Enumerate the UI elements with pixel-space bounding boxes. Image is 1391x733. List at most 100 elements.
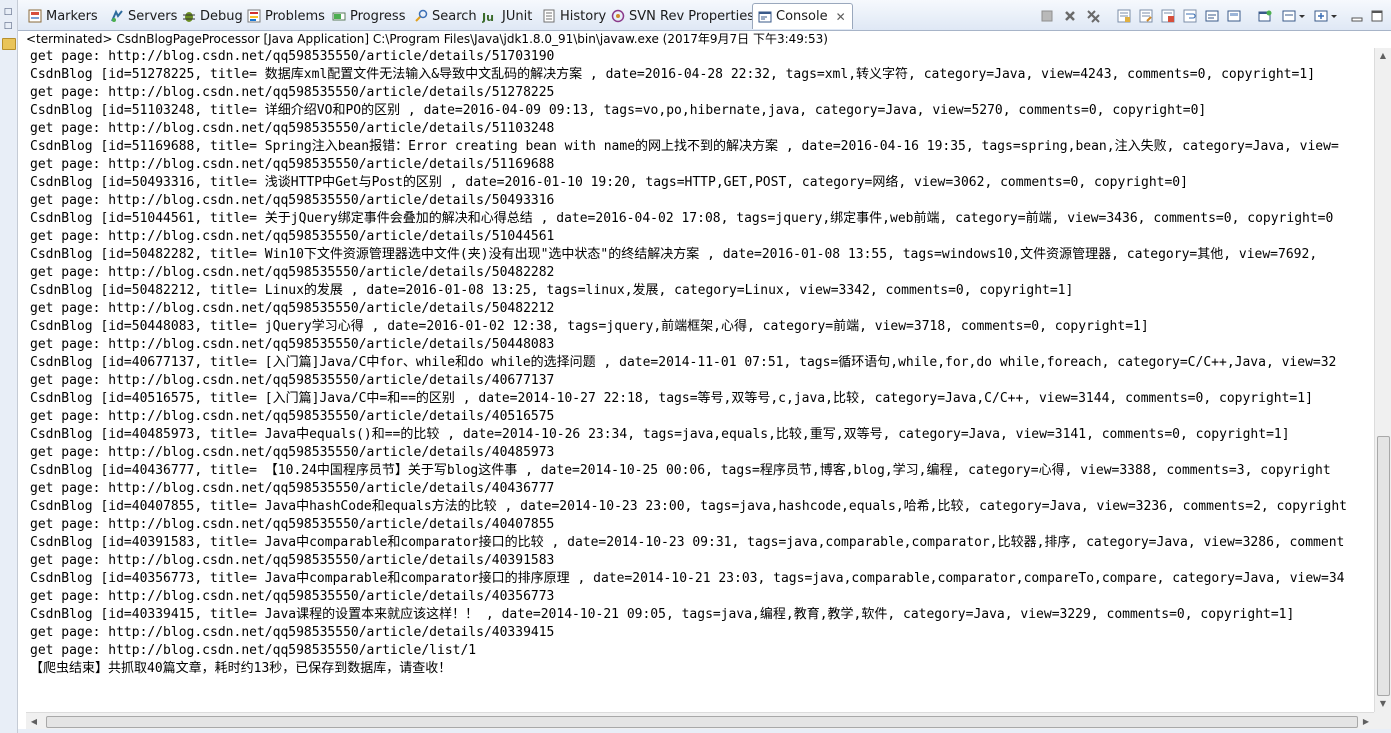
scroll-lock-icon[interactable]	[1117, 8, 1131, 23]
console-line: get page: http://blog.csdn.net/qq5985355…	[30, 643, 477, 658]
console-line: get page: http://blog.csdn.net/qq5985355…	[30, 85, 555, 100]
maximize-icon[interactable]	[1370, 8, 1384, 22]
console-line: CsdnBlog [id=40677137, title= [入门篇]Java/…	[30, 355, 1337, 370]
console-line: CsdnBlog [id=51169688, title= Spring注入be…	[30, 139, 1339, 154]
package-explorer-icon[interactable]	[2, 38, 16, 50]
console-line: get page: http://blog.csdn.net/qq5985355…	[30, 301, 555, 316]
console-line: CsdnBlog [id=50482282, title= Win10下文件资源…	[30, 247, 1318, 262]
console-line: get page: http://blog.csdn.net/qq5985355…	[30, 589, 555, 604]
tab-progress[interactable]: Progress	[332, 5, 405, 27]
tab-svn-rev-properties[interactable]: SVN Rev Properties	[611, 5, 754, 27]
console-icon	[758, 10, 772, 24]
tab-label: Progress	[350, 8, 406, 24]
console-line: CsdnBlog [id=40407855, title= Java中hashC…	[30, 499, 1347, 514]
eclipse-console-view: □ □ Markers Servers Debug Problems Progr…	[0, 0, 1391, 733]
horizontal-scrollbar[interactable]: ◀ ▶	[26, 712, 1374, 730]
junit-icon: Ju	[481, 9, 498, 24]
progress-icon	[332, 9, 346, 23]
restore-icon[interactable]: □	[2, 6, 14, 18]
console-line: get page: http://blog.csdn.net/qq5985355…	[30, 553, 555, 568]
bottom-edge	[18, 729, 1391, 733]
tab-label: History	[560, 8, 607, 24]
console-line: get page: http://blog.csdn.net/qq5985355…	[30, 265, 555, 280]
display-selected-console-icon[interactable]	[1227, 8, 1241, 22]
svn-icon	[611, 9, 625, 23]
console-line: get page: http://blog.csdn.net/qq5985355…	[30, 481, 555, 496]
console-line: get page: http://blog.csdn.net/qq5985355…	[30, 337, 555, 352]
console-line: CsdnBlog [id=40356773, title= Java中compa…	[30, 571, 1345, 586]
tab-servers[interactable]: Servers	[110, 5, 177, 27]
chevron-down-icon[interactable]	[1330, 8, 1338, 22]
tab-console[interactable]: Console ✕	[752, 3, 853, 29]
left-minimized-strip: □ □	[0, 0, 18, 733]
tab-label: Problems	[265, 8, 325, 24]
console-line: CsdnBlog [id=50448083, title= jQuery学习心得…	[30, 319, 1149, 334]
console-line: CsdnBlog [id=40391583, title= Java中compa…	[30, 535, 1345, 550]
tab-label: Debug	[200, 8, 243, 24]
markers-icon	[28, 9, 42, 23]
console-output[interactable]: get page: http://blog.csdn.net/qq5985355…	[26, 48, 1374, 712]
tab-search[interactable]: Search	[414, 5, 477, 27]
tab-label: SVN Rev Properties	[629, 8, 754, 24]
svg-text:Ju: Ju	[482, 11, 494, 23]
console-line: CsdnBlog [id=40485973, title= Java中equal…	[30, 427, 1290, 442]
console-line: CsdnBlog [id=50493316, title= 浅谈HTTP中Get…	[30, 175, 1188, 190]
minimize-icon[interactable]	[1350, 8, 1364, 22]
chevron-down-icon[interactable]	[1298, 8, 1306, 22]
scroll-right-icon[interactable]: ▶	[1358, 713, 1374, 730]
show-on-error-icon[interactable]	[1161, 8, 1175, 23]
console-line: CsdnBlog [id=40339415, title= Java课程的设置本…	[30, 607, 1295, 622]
show-on-output-icon[interactable]	[1139, 8, 1153, 23]
restore-icon[interactable]: □	[2, 20, 14, 32]
scroll-left-icon[interactable]: ◀	[26, 713, 42, 730]
console-line: get page: http://blog.csdn.net/qq5985355…	[30, 157, 555, 172]
console-line: CsdnBlog [id=50482212, title= Linux的发展 ,…	[30, 283, 1074, 298]
console-status-line: <terminated> CsdnBlogPageProcessor [Java…	[26, 32, 828, 46]
console-line: CsdnBlog [id=51103248, title= 详细介绍VO和PO的…	[30, 103, 1207, 118]
history-icon	[542, 9, 556, 23]
console-line: get page: http://blog.csdn.net/qq5985355…	[30, 625, 555, 640]
console-menu-icon[interactable]	[1282, 8, 1296, 22]
console-line: 【爬虫结束】共抓取40篇文章，耗时约13秒，已保存到数据库，请查收！	[30, 661, 452, 676]
console-line: get page: http://blog.csdn.net/qq5985355…	[30, 193, 555, 208]
console-line: get page: http://blog.csdn.net/qq5985355…	[30, 409, 555, 424]
vertical-scroll-thumb[interactable]	[1377, 436, 1390, 696]
pin-console-icon[interactable]	[1205, 8, 1219, 22]
terminate-icon[interactable]	[1040, 8, 1054, 22]
remove-all-terminated-icon[interactable]	[1086, 8, 1100, 23]
tab-markers[interactable]: Markers	[28, 5, 98, 27]
scroll-down-icon[interactable]: ▼	[1375, 696, 1391, 712]
servers-icon	[110, 9, 124, 23]
tab-label: Markers	[46, 8, 98, 24]
scroll-up-icon[interactable]: ▲	[1375, 48, 1391, 64]
tab-history[interactable]: History	[542, 5, 606, 27]
close-icon[interactable]: ✕	[836, 10, 846, 24]
view-tab-bar: Markers Servers Debug Problems Progress …	[18, 0, 1391, 31]
vertical-scrollbar[interactable]: ▲ ▼	[1374, 48, 1391, 712]
console-line: get page: http://blog.csdn.net/qq5985355…	[30, 121, 555, 136]
new-console-icon[interactable]	[1314, 8, 1328, 22]
problems-icon	[247, 9, 261, 23]
console-line: get page: http://blog.csdn.net/qq5985355…	[30, 49, 555, 64]
open-console-icon[interactable]	[1258, 8, 1272, 22]
tab-label: Servers	[128, 8, 178, 24]
console-line: get page: http://blog.csdn.net/qq5985355…	[30, 517, 555, 532]
tab-problems[interactable]: Problems	[247, 5, 325, 27]
console-line: get page: http://blog.csdn.net/qq5985355…	[30, 229, 555, 244]
console-line: get page: http://blog.csdn.net/qq5985355…	[30, 373, 555, 388]
console-line: CsdnBlog [id=51044561, title= 关于jQuery绑定…	[30, 211, 1334, 226]
word-wrap-icon[interactable]	[1183, 8, 1197, 23]
tab-junit[interactable]: Ju JUnit	[481, 5, 533, 27]
debug-icon	[182, 9, 196, 23]
remove-launch-icon[interactable]	[1063, 8, 1077, 22]
tab-label: Console	[776, 9, 828, 24]
console-line: CsdnBlog [id=40516575, title= [入门篇]Java/…	[30, 391, 1313, 406]
tab-label: JUnit	[502, 8, 533, 24]
search-icon	[414, 9, 428, 23]
console-line: CsdnBlog [id=51278225, title= 数据库xml配置文件…	[30, 67, 1316, 82]
horizontal-scroll-thumb[interactable]	[46, 716, 1358, 728]
console-line: get page: http://blog.csdn.net/qq5985355…	[30, 445, 555, 460]
console-line: CsdnBlog [id=40436777, title= 【10.24中国程序…	[30, 463, 1331, 478]
tab-label: Search	[432, 8, 477, 24]
tab-debug[interactable]: Debug	[182, 5, 243, 27]
